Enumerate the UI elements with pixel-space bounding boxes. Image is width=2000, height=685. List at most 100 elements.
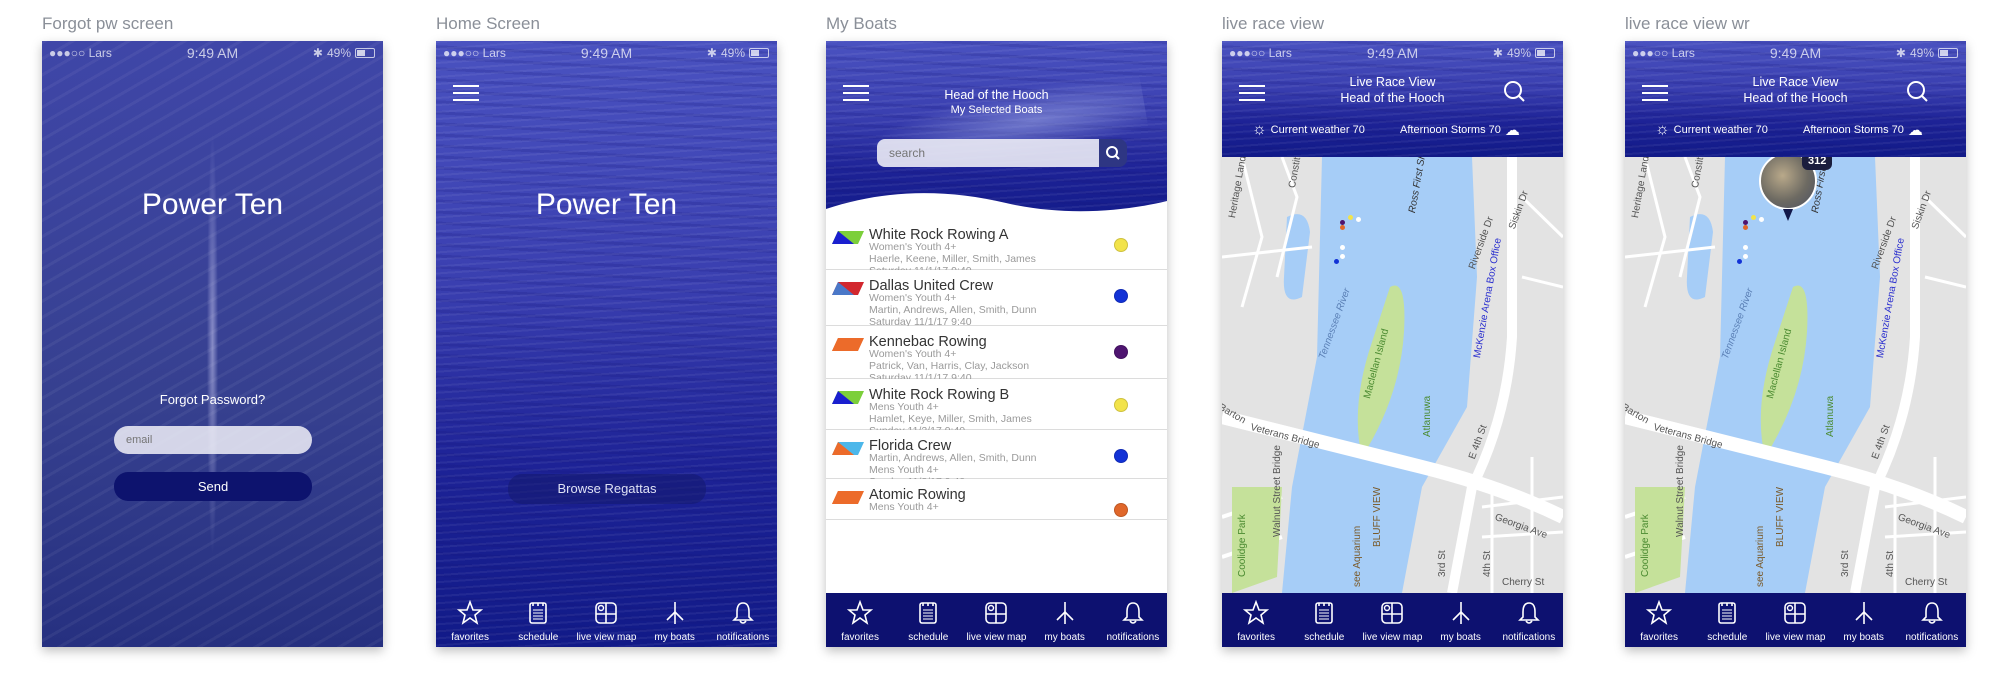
map-label-atlanuwa: Atlanuwa — [1422, 395, 1433, 437]
live-race-wr-screen: ●●●○○ Lars 9:49 AM ✱ 49% Live Race View H… — [1625, 41, 1966, 647]
search-button[interactable] — [1099, 139, 1127, 167]
boat-position-marker[interactable] — [1737, 259, 1742, 264]
forecast-weather: Afternoon Storms 70 ☁ — [1400, 121, 1520, 139]
star-icon — [1645, 599, 1673, 632]
map-label-coolidge: Coolidge Park — [1640, 514, 1651, 577]
nav-schedule[interactable]: schedule — [1293, 600, 1355, 643]
team-flag-icon — [832, 231, 864, 244]
forecast-text: Afternoon Storms 70 — [1803, 124, 1904, 136]
boat-color-dot — [1114, 238, 1128, 252]
bluetooth-icon: ✱ — [1492, 46, 1503, 60]
battery-percent: 49% — [1909, 46, 1934, 60]
boat-list-item[interactable]: Kennebac Rowing Women's Youth 4+ Patrick, … — [826, 326, 1167, 384]
nav-favorites[interactable]: favorites — [439, 599, 501, 643]
map-icon — [1782, 600, 1808, 632]
bell-icon — [1919, 600, 1945, 632]
nav-live-view-map[interactable]: live view map — [1361, 600, 1423, 643]
battery-icon — [1938, 48, 1958, 58]
nav-label: live view map — [576, 632, 637, 643]
nav-favorites[interactable]: favorites — [1225, 599, 1287, 643]
map-label-aquarium: see Aquarium — [1755, 525, 1766, 587]
menu-icon[interactable] — [453, 85, 479, 101]
nav-schedule[interactable]: schedule — [1696, 600, 1758, 643]
boat-position-marker[interactable] — [1340, 254, 1345, 259]
app-title: Power Ten — [141, 188, 284, 221]
nav-favorites[interactable]: favorites — [829, 599, 891, 643]
nav-my-boats[interactable]: my boats — [644, 600, 706, 643]
nav-my-boats[interactable]: my boats — [1833, 600, 1895, 643]
boat-position-marker[interactable] — [1334, 259, 1339, 264]
boat-position-marker[interactable] — [1356, 217, 1361, 222]
star-icon — [846, 599, 874, 632]
nav-label: schedule — [1707, 632, 1748, 643]
boat-position-marker[interactable] — [1751, 215, 1756, 220]
nav-label: notifications — [716, 632, 770, 643]
map-label-third: 3rd St — [1437, 550, 1448, 577]
browse-regattas-button[interactable]: Browse Regattas — [508, 474, 706, 504]
bluetooth-icon: ✱ — [312, 46, 323, 60]
search-input[interactable] — [877, 139, 1101, 167]
bell-icon — [730, 600, 756, 632]
boat-list-item[interactable]: White Rock Rowing A Women's Youth 4+ Haerl… — [826, 219, 1167, 277]
nav-label: favorites — [1237, 632, 1275, 643]
team-flag-icon — [832, 391, 864, 404]
boat-icon — [1052, 600, 1078, 632]
battery-percent: 49% — [326, 46, 351, 60]
star-icon — [1242, 599, 1270, 632]
nav-live-view-map[interactable]: live view map — [1764, 600, 1826, 643]
nav-notifications[interactable]: notifications — [1102, 600, 1164, 643]
boat-position-marker[interactable] — [1743, 225, 1748, 230]
nav-notifications[interactable]: notifications — [712, 600, 774, 643]
my-boats-screen: Head of the Hooch My Selected Boats Whit… — [826, 41, 1167, 647]
bluetooth-icon: ✱ — [706, 46, 717, 60]
boat-position-marker[interactable] — [1340, 225, 1345, 230]
nav-favorites[interactable]: favorites — [1628, 599, 1690, 643]
boat-position-marker[interactable] — [1743, 254, 1748, 259]
send-button[interactable]: Send — [114, 472, 312, 501]
boat-detail: Women's Youth 4+ — [869, 241, 957, 253]
bottom-nav: favorites schedule live view map my boats no… — [1625, 593, 1966, 647]
boat-detail: Women's Youth 4+ — [869, 348, 957, 360]
map-label-coolidge: Coolidge Park — [1237, 514, 1248, 577]
rain-cloud-icon: ☁ — [1907, 122, 1923, 139]
nav-label: schedule — [908, 632, 949, 643]
boat-position-marker[interactable] — [1348, 215, 1353, 220]
boats-subtitle: My Selected Boats — [950, 104, 1043, 116]
nav-label: my boats — [1440, 632, 1481, 643]
boat-detail: Martin, Andrews, Allen, Smith, Dunn — [869, 304, 1037, 316]
nav-label: my boats — [1044, 632, 1085, 643]
nav-schedule[interactable]: schedule — [897, 600, 959, 643]
nav-my-boats[interactable]: my boats — [1034, 600, 1096, 643]
map-label-aquarium: see Aquarium — [1352, 525, 1363, 587]
race-map[interactable]: Tennessee River Maclellan Island Ross Firs… — [1222, 157, 1563, 593]
nav-my-boats[interactable]: my boats — [1430, 600, 1492, 643]
boat-list-item[interactable]: Florida Crew Martin, Andrews, Allen, Smit… — [826, 430, 1167, 488]
nav-notifications[interactable]: notifications — [1498, 600, 1560, 643]
boat-icon — [662, 600, 688, 632]
map-label-bluff: BLUFF VIEW — [1372, 486, 1383, 547]
boat-list-item[interactable]: White Rock Rowing B Mens Youth 4+ Hamlet, … — [826, 379, 1167, 437]
map-label-fourth: 4th St — [1482, 550, 1493, 577]
boat-color-dot — [1114, 449, 1128, 463]
boat-color-dot — [1114, 289, 1128, 303]
nav-label: favorites — [841, 632, 879, 643]
boat-list-item[interactable]: Dallas United Crew Women's Youth 4+ Martin… — [826, 270, 1167, 328]
search-icon[interactable] — [1905, 79, 1931, 105]
boat-position-marker[interactable] — [1759, 217, 1764, 222]
nav-live-view-map[interactable]: live view map — [575, 600, 637, 643]
email-field[interactable] — [114, 426, 312, 454]
screen-label-my-boats: My Boats — [826, 14, 897, 33]
current-weather: ☼ Current weather 70 — [1252, 121, 1365, 139]
nav-live-view-map[interactable]: live view map — [965, 600, 1027, 643]
nav-notifications[interactable]: notifications — [1901, 600, 1963, 643]
nav-schedule[interactable]: schedule — [507, 600, 569, 643]
boat-position-marker[interactable] — [1743, 245, 1748, 250]
boat-detail: Hamlet, Keye, Miller, Smith, James — [869, 413, 1032, 425]
screen-label-forgot: Forgot pw screen — [42, 14, 174, 33]
boat-position-marker[interactable] — [1340, 245, 1345, 250]
boat-list-item[interactable]: Atomic Rowing Mens Youth 4+ — [826, 479, 1167, 520]
boat-color-dot — [1114, 398, 1128, 412]
search-icon[interactable] — [1502, 79, 1528, 105]
race-map[interactable]: Tennessee River Maclellan Island Ross Firs… — [1625, 157, 1966, 593]
bottom-nav: favorites schedule live view map my boats no… — [1222, 593, 1563, 647]
